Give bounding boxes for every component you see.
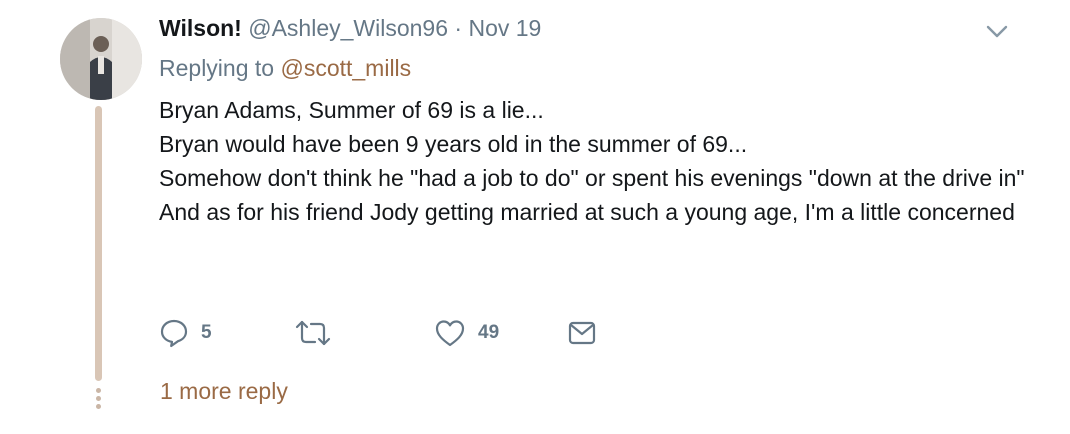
- user-handle[interactable]: @Ashley_Wilson96: [248, 15, 448, 41]
- chevron-down-icon[interactable]: [985, 24, 1009, 40]
- tweet-line: Bryan would have been 9 years old in the…: [159, 131, 748, 157]
- tweet-body: Bryan Adams, Summer of 69 is a lie... Br…: [159, 93, 1029, 229]
- display-name[interactable]: Wilson!: [159, 15, 242, 41]
- reply-button[interactable]: 5: [159, 318, 212, 348]
- heart-icon: [434, 318, 466, 348]
- replying-prefix: Replying to: [159, 55, 275, 81]
- tweet-line: And as for his friend Jody getting marri…: [159, 199, 1015, 225]
- reply-bubble-icon: [159, 318, 189, 348]
- tweet-header: Wilson! @Ashley_Wilson96 · Nov 19: [159, 15, 541, 42]
- retweet-icon: [295, 318, 331, 348]
- tweet-line: Somehow don't think he "had a job to do"…: [159, 165, 1025, 191]
- like-count: 49: [478, 322, 500, 343]
- separator: ·: [454, 15, 463, 41]
- more-replies-link[interactable]: 1 more reply: [160, 378, 288, 405]
- avatar[interactable]: [60, 18, 142, 100]
- tweet-date[interactable]: Nov 19: [468, 15, 541, 41]
- more-dots: [95, 388, 102, 412]
- like-button[interactable]: 49: [434, 318, 499, 348]
- reply-count: 5: [201, 322, 212, 343]
- direct-message-button[interactable]: [567, 318, 597, 348]
- replying-to: Replying to @scott_mills: [159, 55, 411, 82]
- tweet-line: Bryan Adams, Summer of 69 is a lie...: [159, 97, 544, 123]
- retweet-button[interactable]: [295, 318, 343, 348]
- replying-handle[interactable]: @scott_mills: [280, 55, 411, 81]
- envelope-icon: [567, 318, 597, 348]
- thread-line: [95, 106, 102, 381]
